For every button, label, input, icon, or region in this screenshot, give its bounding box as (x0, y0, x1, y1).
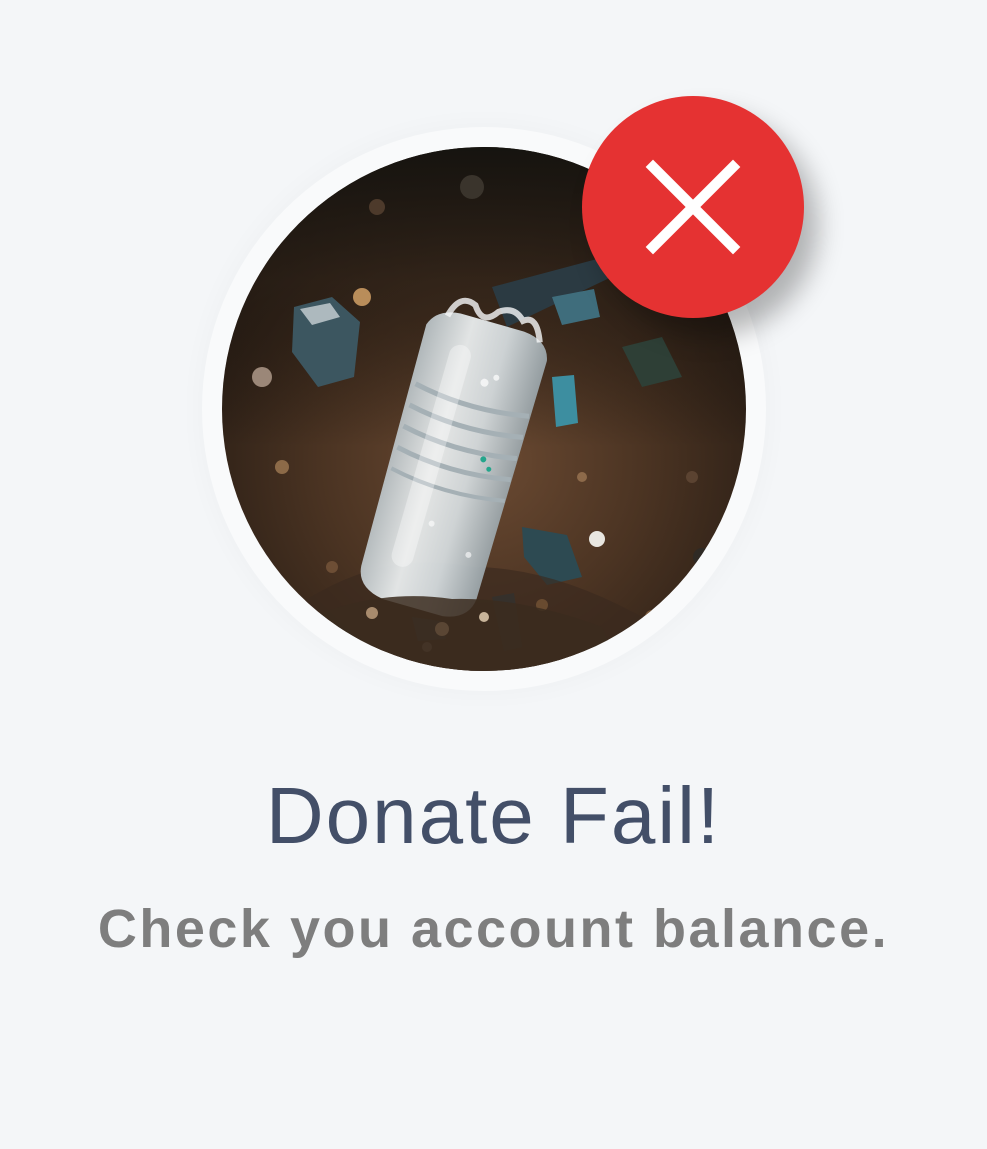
close-icon (645, 159, 741, 255)
error-badge (582, 96, 804, 318)
donate-fail-screen: Donate Fail! Check you account balance. (0, 0, 987, 1149)
dialog-message: Check you account balance. (97, 899, 890, 959)
dialog-title: Donate Fail! (265, 771, 722, 860)
